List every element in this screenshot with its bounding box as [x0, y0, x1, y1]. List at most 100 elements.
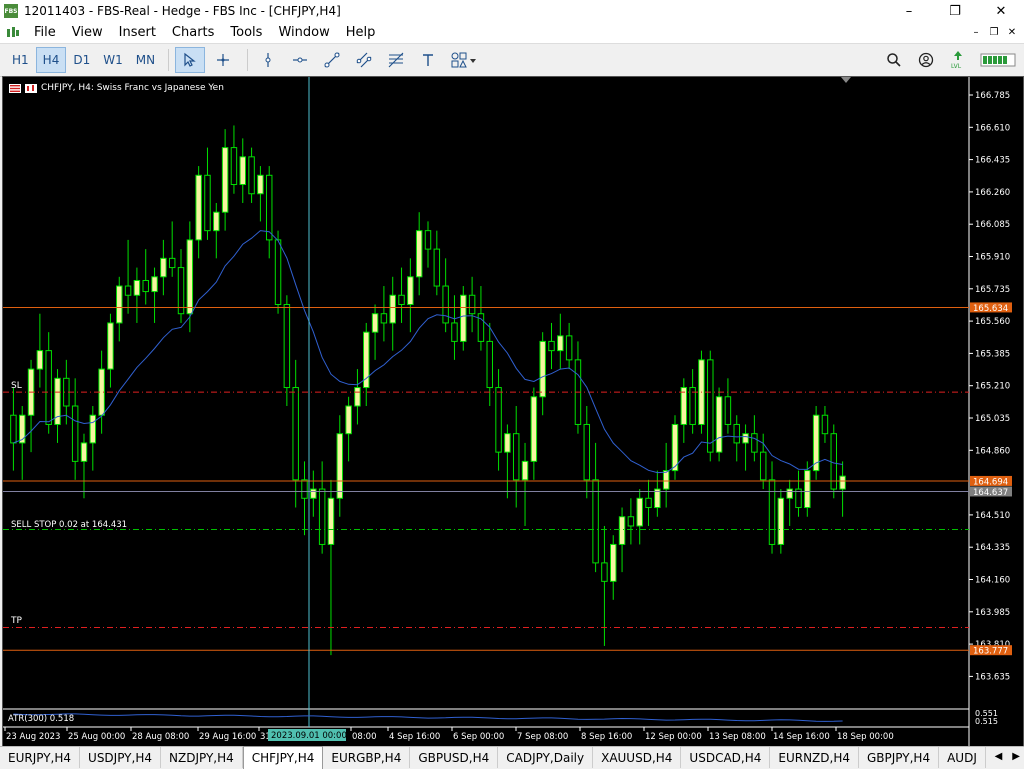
window-title: 12011403 - FBS-Real - Hedge - FBS Inc - …: [24, 4, 341, 18]
time-tick-label: 23 Aug 2023: [6, 732, 60, 742]
bull-candle: [116, 285, 123, 324]
tab-xauusd[interactable]: XAUUSD,H4: [593, 747, 682, 768]
price-tick-label: 163.985: [975, 608, 1010, 618]
bear-candle: [495, 387, 502, 453]
menu-insert[interactable]: Insert: [111, 25, 164, 40]
fibonacci-icon: [388, 52, 404, 68]
cursor-tool-button[interactable]: [175, 47, 206, 73]
bull-candle: [407, 276, 414, 305]
level-signal-button[interactable]: LVL: [946, 48, 970, 72]
bear-candle: [398, 294, 405, 305]
shapes-tool-button[interactable]: [446, 48, 482, 72]
time-tick-label: 25 Aug 00:00: [68, 732, 125, 742]
bear-candle: [71, 405, 79, 462]
bull-candle: [539, 340, 546, 398]
bull-candle: [662, 470, 670, 490]
bear-candle: [177, 267, 185, 315]
mdi-restore-button[interactable]: ❐: [986, 24, 1002, 40]
bull-candle: [671, 423, 679, 472]
time-tick-label: 6 Sep 00:00: [453, 732, 504, 742]
bear-candle: [583, 423, 591, 481]
signal-strength-indicator[interactable]: [978, 48, 1018, 72]
vertical-line-tool-button[interactable]: [254, 48, 282, 72]
menu-view[interactable]: View: [64, 25, 111, 40]
lvl-label: LVL: [951, 63, 962, 70]
time-tick-label: 18 Sep 00:00: [837, 732, 894, 742]
timeframe-w1-button[interactable]: W1: [97, 48, 129, 72]
timeframe-mn-button[interactable]: MN: [130, 48, 161, 72]
menu-file[interactable]: File: [26, 25, 64, 40]
bull-candle: [36, 350, 44, 370]
tab-cadjpy[interactable]: CADJPY,Daily: [498, 747, 594, 768]
tabs-scroll-right-button[interactable]: ▶: [1012, 751, 1020, 762]
price-tag-label: 164.637: [973, 488, 1008, 498]
minimize-button[interactable]: –: [886, 0, 932, 22]
bear-candle: [759, 451, 767, 481]
bull-candle: [345, 405, 352, 435]
crosshair-tool-button[interactable]: [209, 48, 237, 72]
chart-shift-marker[interactable]: [841, 77, 851, 83]
price-tick-label: 165.910: [975, 253, 1010, 263]
cursor-time-label: 2023.09.01 00:00: [271, 731, 347, 741]
timeframe-h4-button[interactable]: H4: [35, 47, 67, 73]
text-tool-button[interactable]: [414, 48, 442, 72]
bull-candle: [107, 322, 114, 370]
price-tick-label: 166.260: [975, 188, 1010, 198]
tab-chfjpy[interactable]: CHFJPY,H4: [242, 746, 324, 769]
bear-candle: [433, 248, 441, 287]
time-tick-label: 29 Aug 16:00: [199, 732, 256, 742]
bull-candle: [354, 387, 361, 407]
bull-candle: [371, 313, 379, 333]
horizontal-line-tool-button[interactable]: [286, 48, 314, 72]
bear-candle: [274, 239, 282, 305]
atr-tick-label: 0.515: [975, 717, 998, 726]
horizontal-line-icon: [293, 57, 308, 63]
trendline-tool-button[interactable]: [318, 48, 346, 72]
bear-candle: [442, 285, 449, 324]
menu-window[interactable]: Window: [270, 25, 337, 40]
bear-candle: [45, 350, 52, 425]
chart-window-icon: [7, 26, 19, 37]
search-button[interactable]: [882, 48, 906, 72]
menu-help[interactable]: Help: [338, 25, 384, 40]
bear-candle: [565, 335, 573, 361]
menu-tools[interactable]: Tools: [222, 25, 270, 40]
tab-usdjpy[interactable]: USDJPY,H4: [80, 747, 161, 768]
price-chart[interactable]: CHFJPY, H4: Swiss Franc vs Japanese Yen …: [2, 76, 1024, 748]
tp-label: TP: [10, 616, 22, 626]
tab-gbpjpy[interactable]: GBPJPY,H4: [859, 747, 940, 768]
bear-candle: [230, 147, 238, 186]
menu-charts[interactable]: Charts: [164, 25, 223, 40]
candlestick-chart[interactable]: 166.785 166.610 166.435 166.260 166.085 165.9…: [3, 77, 1023, 747]
tab-eurgbp[interactable]: EURGBP,H4: [323, 747, 411, 768]
bull-candle: [521, 460, 529, 481]
channel-tool-button[interactable]: [350, 48, 378, 72]
tab-gbpusd[interactable]: GBPUSD,H4: [410, 747, 499, 768]
mdi-minimize-button[interactable]: –: [968, 24, 984, 40]
bull-candle: [89, 414, 97, 444]
bull-candle: [221, 147, 229, 213]
tab-nzdjpy[interactable]: NZDJPY,H4: [161, 747, 243, 768]
tab-eurjpy[interactable]: EURJPY,H4: [0, 747, 81, 768]
maximize-button[interactable]: ❐: [932, 0, 978, 22]
bull-candle: [133, 279, 141, 296]
tab-usdcad[interactable]: USDCAD,H4: [681, 747, 771, 768]
bull-candle: [310, 488, 317, 499]
fibonacci-tool-button[interactable]: [382, 48, 410, 72]
tab-audjpy[interactable]: AUDJ: [939, 747, 986, 768]
timeframe-h1-button[interactable]: H1: [6, 48, 35, 72]
bull-candle: [777, 497, 785, 545]
price-tag-label: 164.694: [973, 477, 1008, 487]
account-button[interactable]: [914, 48, 938, 72]
tab-eurnzd[interactable]: EURNZD,H4: [770, 747, 859, 768]
price-tick-label: 165.385: [975, 349, 1010, 359]
close-button[interactable]: ✕: [978, 0, 1024, 22]
bull-candle: [195, 174, 202, 241]
cursor-arrow-icon: [184, 52, 196, 67]
timeframe-d1-button[interactable]: D1: [67, 48, 96, 72]
tabs-scroll-left-button[interactable]: ◀: [995, 751, 1003, 762]
price-tag-label: 163.777: [973, 647, 1008, 657]
time-tick-label: 7 Sep 08:00: [517, 732, 568, 742]
bull-candle: [336, 433, 344, 499]
mdi-close-button[interactable]: ✕: [1004, 24, 1020, 40]
